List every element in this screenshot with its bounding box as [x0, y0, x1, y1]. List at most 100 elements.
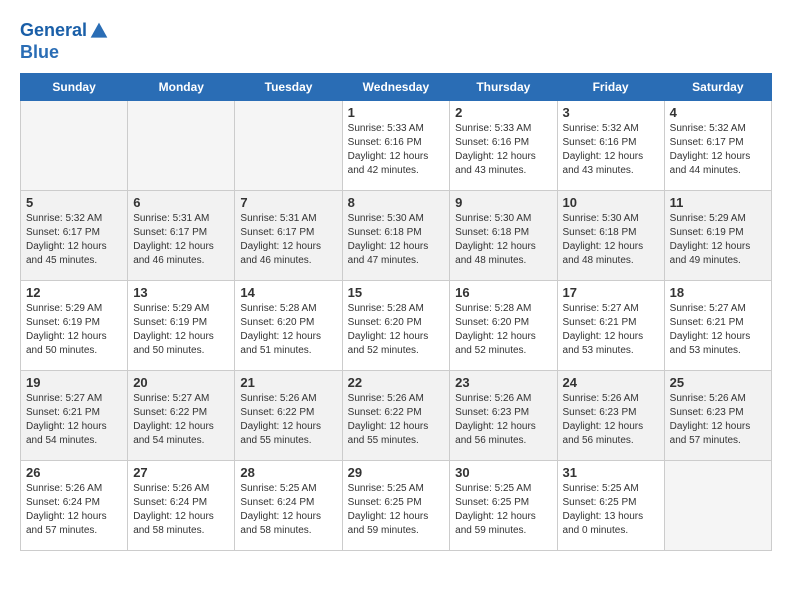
day-info: Sunrise: 5:30 AM Sunset: 6:18 PM Dayligh… — [348, 212, 445, 268]
day-number: 5 — [26, 195, 122, 210]
day-number: 30 — [455, 465, 551, 480]
day-number: 16 — [455, 285, 551, 300]
day-info: Sunrise: 5:29 AM Sunset: 6:19 PM Dayligh… — [26, 302, 122, 358]
day-number: 29 — [348, 465, 445, 480]
day-info: Sunrise: 5:26 AM Sunset: 6:22 PM Dayligh… — [348, 392, 445, 448]
day-info: Sunrise: 5:26 AM Sunset: 6:23 PM Dayligh… — [563, 392, 659, 448]
day-info: Sunrise: 5:33 AM Sunset: 6:16 PM Dayligh… — [348, 122, 445, 178]
day-number: 7 — [240, 195, 336, 210]
day-number: 22 — [348, 375, 445, 390]
day-info: Sunrise: 5:26 AM Sunset: 6:23 PM Dayligh… — [670, 392, 766, 448]
day-info: Sunrise: 5:31 AM Sunset: 6:17 PM Dayligh… — [133, 212, 229, 268]
calendar-cell: 31 Sunrise: 5:25 AM Sunset: 6:25 PM Dayli… — [557, 461, 664, 551]
day-info: Sunrise: 5:25 AM Sunset: 6:25 PM Dayligh… — [348, 482, 445, 538]
day-header-sunday: Sunday — [21, 74, 128, 101]
calendar-cell — [664, 461, 771, 551]
calendar-cell: 28 Sunrise: 5:25 AM Sunset: 6:24 PM Dayli… — [235, 461, 342, 551]
calendar-cell: 6 Sunrise: 5:31 AM Sunset: 6:17 PM Daylig… — [128, 191, 235, 281]
day-info: Sunrise: 5:27 AM Sunset: 6:22 PM Dayligh… — [133, 392, 229, 448]
day-header-tuesday: Tuesday — [235, 74, 342, 101]
day-info: Sunrise: 5:29 AM Sunset: 6:19 PM Dayligh… — [133, 302, 229, 358]
calendar-cell: 22 Sunrise: 5:26 AM Sunset: 6:22 PM Dayli… — [342, 371, 450, 461]
day-number: 20 — [133, 375, 229, 390]
calendar-cell: 10 Sunrise: 5:30 AM Sunset: 6:18 PM Dayli… — [557, 191, 664, 281]
day-info: Sunrise: 5:25 AM Sunset: 6:25 PM Dayligh… — [455, 482, 551, 538]
logo-icon — [89, 21, 109, 41]
day-info: Sunrise: 5:27 AM Sunset: 6:21 PM Dayligh… — [563, 302, 659, 358]
day-info: Sunrise: 5:32 AM Sunset: 6:17 PM Dayligh… — [26, 212, 122, 268]
calendar-cell — [235, 101, 342, 191]
day-number: 2 — [455, 105, 551, 120]
calendar-cell: 5 Sunrise: 5:32 AM Sunset: 6:17 PM Daylig… — [21, 191, 128, 281]
calendar-cell: 15Sunrise: 5:28 AM Sunset: 6:20 PM Dayli… — [342, 281, 450, 371]
day-number: 13 — [133, 285, 229, 300]
day-info: Sunrise: 5:29 AM Sunset: 6:19 PM Dayligh… — [670, 212, 766, 268]
day-number: 23 — [455, 375, 551, 390]
day-info: Sunrise: 5:30 AM Sunset: 6:18 PM Dayligh… — [563, 212, 659, 268]
calendar-cell: 27 Sunrise: 5:26 AM Sunset: 6:24 PM Dayli… — [128, 461, 235, 551]
calendar-cell — [128, 101, 235, 191]
calendar-cell: 23 Sunrise: 5:26 AM Sunset: 6:23 PM Dayli… — [450, 371, 557, 461]
calendar-cell: 29 Sunrise: 5:25 AM Sunset: 6:25 PM Dayli… — [342, 461, 450, 551]
day-info: Sunrise: 5:26 AM Sunset: 6:24 PM Dayligh… — [133, 482, 229, 538]
calendar-cell: 2Sunrise: 5:33 AM Sunset: 6:16 PM Daylig… — [450, 101, 557, 191]
calendar-cell: 18Sunrise: 5:27 AM Sunset: 6:21 PM Dayli… — [664, 281, 771, 371]
day-number: 31 — [563, 465, 659, 480]
day-header-thursday: Thursday — [450, 74, 557, 101]
day-info: Sunrise: 5:26 AM Sunset: 6:24 PM Dayligh… — [26, 482, 122, 538]
calendar-cell: 8Sunrise: 5:30 AM Sunset: 6:18 PM Daylig… — [342, 191, 450, 281]
calendar-cell: 20 Sunrise: 5:27 AM Sunset: 6:22 PM Dayli… — [128, 371, 235, 461]
day-number: 14 — [240, 285, 336, 300]
day-info: Sunrise: 5:30 AM Sunset: 6:18 PM Dayligh… — [455, 212, 551, 268]
day-header-friday: Friday — [557, 74, 664, 101]
day-info: Sunrise: 5:26 AM Sunset: 6:22 PM Dayligh… — [240, 392, 336, 448]
logo: General Blue — [20, 20, 111, 63]
calendar-week-4: 26 Sunrise: 5:26 AM Sunset: 6:24 PM Dayli… — [21, 461, 772, 551]
calendar-header-row: SundayMondayTuesdayWednesdayThursdayFrid… — [21, 74, 772, 101]
day-number: 11 — [670, 195, 766, 210]
page-header: General Blue — [20, 20, 772, 63]
day-number: 12 — [26, 285, 122, 300]
day-number: 19 — [26, 375, 122, 390]
day-info: Sunrise: 5:28 AM Sunset: 6:20 PM Dayligh… — [348, 302, 445, 358]
day-info: Sunrise: 5:26 AM Sunset: 6:23 PM Dayligh… — [455, 392, 551, 448]
day-info: Sunrise: 5:28 AM Sunset: 6:20 PM Dayligh… — [455, 302, 551, 358]
calendar-cell — [21, 101, 128, 191]
day-info: Sunrise: 5:25 AM Sunset: 6:25 PM Dayligh… — [563, 482, 659, 538]
day-info: Sunrise: 5:27 AM Sunset: 6:21 PM Dayligh… — [26, 392, 122, 448]
calendar-cell: 25 Sunrise: 5:26 AM Sunset: 6:23 PM Dayli… — [664, 371, 771, 461]
calendar-cell: 24 Sunrise: 5:26 AM Sunset: 6:23 PM Dayli… — [557, 371, 664, 461]
calendar-week-2: 12 Sunrise: 5:29 AM Sunset: 6:19 PM Dayli… — [21, 281, 772, 371]
calendar-cell: 9Sunrise: 5:30 AM Sunset: 6:18 PM Daylig… — [450, 191, 557, 281]
day-number: 26 — [26, 465, 122, 480]
day-info: Sunrise: 5:31 AM Sunset: 6:17 PM Dayligh… — [240, 212, 336, 268]
day-number: 21 — [240, 375, 336, 390]
day-number: 24 — [563, 375, 659, 390]
day-info: Sunrise: 5:27 AM Sunset: 6:21 PM Dayligh… — [670, 302, 766, 358]
calendar-week-1: 5 Sunrise: 5:32 AM Sunset: 6:17 PM Daylig… — [21, 191, 772, 281]
day-number: 28 — [240, 465, 336, 480]
calendar-cell: 30 Sunrise: 5:25 AM Sunset: 6:25 PM Dayli… — [450, 461, 557, 551]
day-number: 3 — [563, 105, 659, 120]
calendar-cell: 16 Sunrise: 5:28 AM Sunset: 6:20 PM Dayli… — [450, 281, 557, 371]
day-number: 25 — [670, 375, 766, 390]
day-info: Sunrise: 5:25 AM Sunset: 6:24 PM Dayligh… — [240, 482, 336, 538]
calendar-cell: 17 Sunrise: 5:27 AM Sunset: 6:21 PM Dayli… — [557, 281, 664, 371]
calendar-table: SundayMondayTuesdayWednesdayThursdayFrid… — [20, 73, 772, 551]
day-number: 27 — [133, 465, 229, 480]
calendar-cell: 11 Sunrise: 5:29 AM Sunset: 6:19 PM Dayli… — [664, 191, 771, 281]
calendar-cell: 14Sunrise: 5:28 AM Sunset: 6:20 PM Dayli… — [235, 281, 342, 371]
day-header-wednesday: Wednesday — [342, 74, 450, 101]
day-number: 4 — [670, 105, 766, 120]
day-header-saturday: Saturday — [664, 74, 771, 101]
day-number: 6 — [133, 195, 229, 210]
calendar-cell: 1 Sunrise: 5:33 AM Sunset: 6:16 PM Daylig… — [342, 101, 450, 191]
calendar-week-3: 19 Sunrise: 5:27 AM Sunset: 6:21 PM Dayli… — [21, 371, 772, 461]
calendar-cell: 12 Sunrise: 5:29 AM Sunset: 6:19 PM Dayli… — [21, 281, 128, 371]
day-info: Sunrise: 5:32 AM Sunset: 6:16 PM Dayligh… — [563, 122, 659, 178]
day-number: 1 — [348, 105, 445, 120]
calendar-week-0: 1 Sunrise: 5:33 AM Sunset: 6:16 PM Daylig… — [21, 101, 772, 191]
day-number: 17 — [563, 285, 659, 300]
day-number: 10 — [563, 195, 659, 210]
calendar-cell: 19 Sunrise: 5:27 AM Sunset: 6:21 PM Dayli… — [21, 371, 128, 461]
